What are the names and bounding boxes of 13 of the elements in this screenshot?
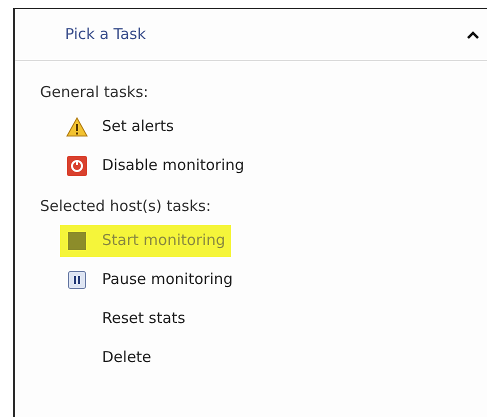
task-link[interactable]: Reset stats [60,302,192,334]
task-link[interactable]: Pause monitoring [60,264,239,296]
task-link[interactable]: Delete [60,342,158,374]
task-link[interactable]: Disable monitoring [60,150,250,182]
square-icon [68,232,86,250]
task-link[interactable]: Set alerts [60,110,180,142]
chevron-up-icon[interactable] [467,30,479,38]
warning-icon [66,116,88,136]
panel-title: Pick a Task [65,24,146,46]
pause-icon [68,270,86,288]
group-heading: Selected host(s) tasks: [40,196,212,217]
power-icon [67,156,87,176]
group-heading: General tasks: [40,82,150,103]
